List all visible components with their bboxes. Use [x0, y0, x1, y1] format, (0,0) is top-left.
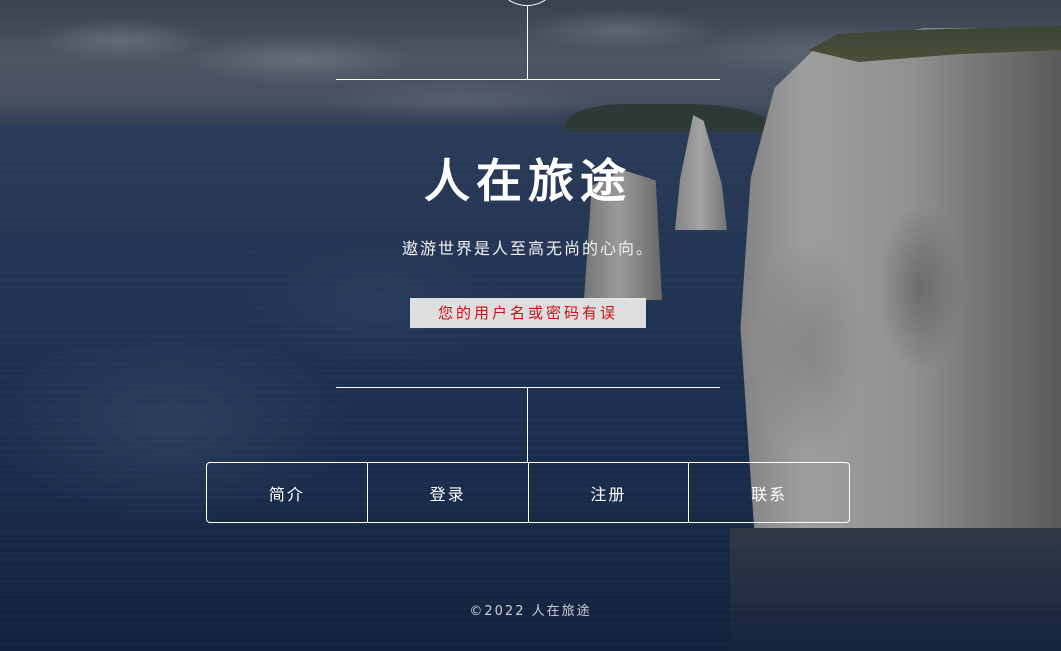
nav-contact-button[interactable]: 联系 [688, 463, 849, 522]
connector-line-bottom [527, 387, 528, 463]
login-error-message: 您的用户名或密码有误 [410, 298, 646, 328]
main-nav: 简介 登录 注册 联系 [206, 462, 850, 523]
site-title: 人在旅途 [424, 154, 632, 208]
nav-intro-button[interactable]: 简介 [207, 463, 367, 522]
header-divider [336, 79, 720, 80]
site-tagline: 遨游世界是人至高无尚的心向。 [401, 239, 654, 258]
nav-register-button[interactable]: 注册 [527, 463, 689, 522]
footer-copyright: ©2022 人在旅途 [469, 604, 592, 619]
content-divider [336, 387, 720, 388]
nav-login-button[interactable]: 登录 [366, 463, 528, 522]
connector-line-top [527, 6, 528, 80]
